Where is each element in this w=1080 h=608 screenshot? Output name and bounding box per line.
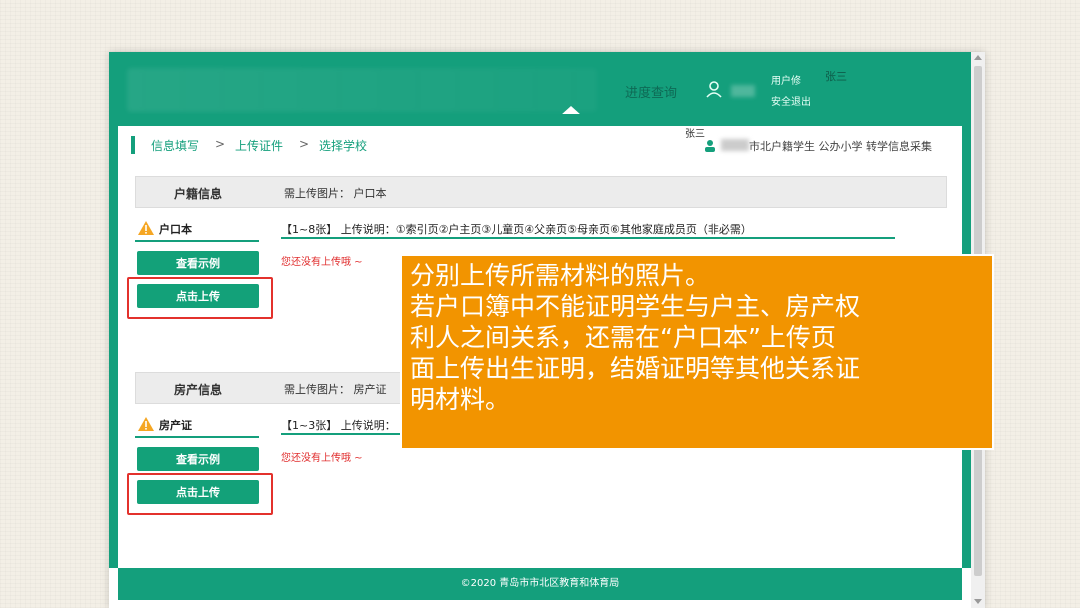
warning-icon — [137, 416, 155, 436]
breadcrumb-info-fill[interactable]: 信息填写 — [151, 137, 199, 154]
callout-line: 若户口簿中不能证明学生与户主、房产权 — [410, 292, 861, 321]
upload-description: 【1~3张】 上传说明： — [281, 419, 396, 432]
student-icon — [703, 138, 717, 157]
corner-user-name: 张三 — [685, 129, 705, 140]
top-header: 进度查询 用户修 张三 安全退出 — [109, 52, 971, 115]
callout-line: 利人之间关系，还需在“户口本”上传页 — [410, 323, 836, 352]
section-header-household: 户籍信息 需上传图片： 户口本 — [135, 176, 947, 208]
callout-line: 明材料。 — [410, 385, 511, 414]
logout-link[interactable]: 安全退出 — [771, 93, 811, 108]
warning-icon — [137, 220, 155, 240]
breadcrumb-choose-school[interactable]: 选择学校 — [319, 137, 367, 154]
callout-line: 分别上传所需材料的照片。 — [410, 261, 711, 290]
user-name: 张三 — [825, 70, 847, 83]
green-band — [109, 114, 971, 126]
breadcrumb-separator: > — [299, 137, 310, 151]
section-title: 房产信息 — [174, 383, 223, 397]
upload-description: 【1~8张】 上传说明：①索引页②户主页③儿童页④父亲页⑤母亲页⑥其他家庭成员页… — [281, 223, 752, 236]
required-images: 需上传图片： 户口本 — [284, 187, 387, 200]
doc-label-property: 房产证 — [135, 414, 259, 438]
doc-name: 户口本 — [159, 223, 192, 236]
callout-line: 面上传出生证明，结婚证明等其他关系证 — [410, 354, 861, 383]
doc-label-household: 户口本 — [135, 218, 259, 242]
progress-query-link[interactable]: 进度查询 — [625, 82, 677, 101]
breadcrumb-marker — [131, 136, 135, 154]
upload-button[interactable]: 点击上传 — [137, 284, 259, 308]
user-label: 用户修 — [771, 76, 801, 87]
upload-button[interactable]: 点击上传 — [137, 480, 259, 504]
user-icon — [705, 80, 723, 102]
doc-name: 房产证 — [159, 419, 192, 432]
view-example-button[interactable]: 查看示例 — [137, 251, 259, 275]
school-info: 市北户籍学生 公办小学 转学信息采集 — [749, 140, 932, 153]
section-title: 户籍信息 — [174, 187, 223, 201]
required-images: 需上传图片： 房产证 — [284, 383, 387, 396]
upload-status: 您还没有上传哦 ~ — [281, 257, 363, 268]
scroll-up-icon[interactable] — [974, 55, 982, 60]
breadcrumb-upload-docs[interactable]: 上传证件 — [235, 137, 283, 154]
blurred-district — [721, 139, 749, 151]
description-underline — [281, 237, 895, 239]
scroll-down-icon[interactable] — [974, 599, 982, 604]
upload-status: 您还没有上传哦 ~ — [281, 453, 363, 464]
instruction-callout: 分别上传所需材料的照片。 若户口簿中不能证明学生与户主、房产权 利人之间关系，还… — [400, 254, 994, 450]
breadcrumb-separator: > — [215, 137, 226, 151]
page-footer: ©2020 青岛市市北区教育和体育局 — [118, 568, 962, 600]
blurred-username — [731, 85, 755, 97]
left-border — [109, 126, 118, 568]
blurred-logo — [127, 68, 597, 112]
view-example-button[interactable]: 查看示例 — [137, 447, 259, 471]
